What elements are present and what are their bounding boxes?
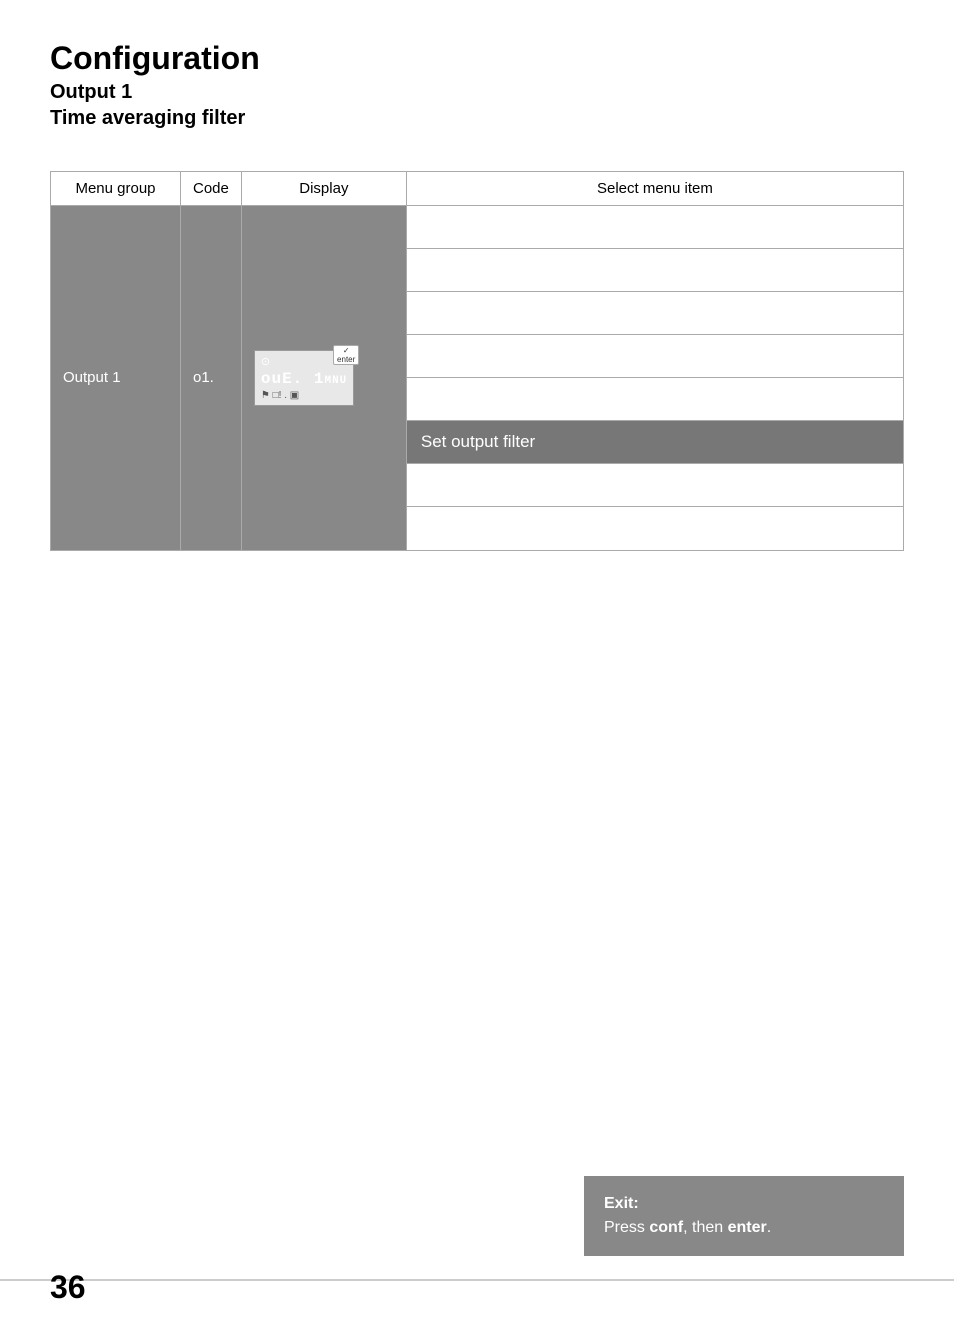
menu-item-6[interactable]: 22 mA for error <box>407 464 903 507</box>
output-display-cell: ✓ enter ⊙ ouE. 1MNU ⚑ □! . ▣ <box>241 205 406 550</box>
conf-text: conf <box>649 1219 683 1236</box>
bottom-divider <box>0 1279 954 1281</box>
display-out-text: ouE. 1 <box>261 370 325 388</box>
display-mnu-text: MNU <box>324 375 347 387</box>
enter-label: enter <box>337 355 355 364</box>
menu-item-3[interactable]: Enter current start <box>407 335 903 378</box>
exit-label: Exit: <box>604 1195 639 1212</box>
main-table: Menu group Code Display Select menu item… <box>50 171 904 551</box>
menu-item-4[interactable]: Enter current end <box>407 378 903 421</box>
display-icons: ⚑ □! . ▣ <box>261 390 299 401</box>
display-text-row: ouE. 1MNU <box>261 370 347 388</box>
output-code-cell: o1. <box>181 205 242 550</box>
menu-item-0[interactable]: Select sensor type <box>407 206 903 249</box>
page-subtitle2: Time averaging filter <box>50 105 904 131</box>
menu-items-cell: Select sensor type Select meas. procedur… <box>406 205 903 550</box>
col-header-select: Select menu item <box>406 171 903 205</box>
page-subtitle1: Output 1 <box>50 79 904 105</box>
menu-item-7[interactable]: HOLD mode <box>407 507 903 549</box>
page-title: Configuration <box>50 40 904 77</box>
checkmark-icon: ✓ <box>343 346 350 355</box>
output-group-cell: Output 1 <box>51 205 181 550</box>
menu-item-1[interactable]: Select meas. procedure <box>407 249 903 292</box>
menu-item-2[interactable]: Select 0-20 / 4-20 mA <box>407 292 903 335</box>
page-number: 36 <box>50 1269 86 1306</box>
exit-box: Exit: Press conf, then enter. <box>584 1176 904 1256</box>
col-header-menugroup: Menu group <box>51 171 181 205</box>
display-widget: ✓ enter ⊙ ouE. 1MNU ⚑ □! . ▣ <box>254 350 354 406</box>
menu-item-5[interactable]: Set output filter <box>407 421 903 464</box>
exit-text: Press conf, then enter. <box>604 1219 771 1236</box>
display-bottom-row: ⚑ □! . ▣ <box>261 390 299 401</box>
display-symbol: ⊙ <box>261 355 270 368</box>
col-header-display: Display <box>241 171 406 205</box>
enter-tag: ✓ enter <box>333 345 359 365</box>
page-container: Configuration Output 1 Time averaging fi… <box>0 0 954 1336</box>
enter-text: enter <box>728 1219 767 1236</box>
col-header-code: Code <box>181 171 242 205</box>
